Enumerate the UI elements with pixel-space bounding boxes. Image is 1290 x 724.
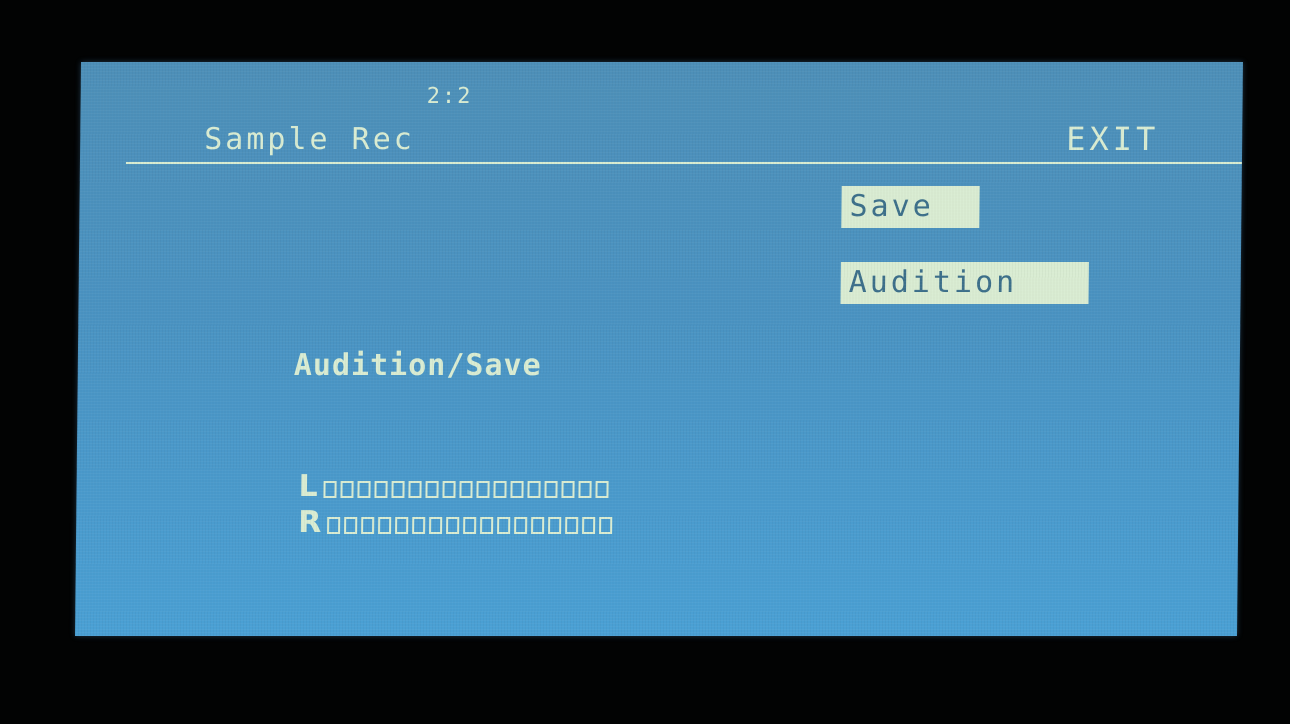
save-button[interactable]: Save: [841, 186, 980, 228]
meter-segment: [340, 481, 354, 498]
meter-segments: [323, 481, 609, 498]
meter-segment: [374, 481, 388, 498]
meter-segment: [442, 481, 456, 498]
meter-channel-label: R: [297, 505, 322, 540]
page-title: Sample Rec: [204, 122, 416, 157]
meter-segment: [429, 517, 443, 534]
meter-segment: [476, 481, 490, 498]
meter-segment: [378, 517, 392, 534]
status-heading: Audition/Save: [293, 348, 542, 383]
meter-segment: [595, 481, 609, 498]
left-level-meter: L: [298, 469, 609, 504]
meter-segment: [480, 517, 494, 534]
device-bezel: 2:2 Sample Rec EXIT Save Audition Auditi…: [0, 0, 1290, 724]
meter-segment: [412, 517, 426, 534]
meter-segment: [357, 481, 371, 498]
meter-segment: [561, 481, 575, 498]
meter-segment: [493, 481, 507, 498]
right-level-meter: R: [297, 505, 613, 540]
meter-segment: [582, 517, 596, 534]
meter-segment: [408, 481, 422, 498]
meter-segment: [361, 517, 375, 534]
exit-button[interactable]: EXIT: [1066, 120, 1159, 158]
meter-segment: [510, 481, 524, 498]
meter-channel-label: L: [298, 469, 318, 504]
meter-segment: [391, 481, 405, 498]
meter-segment: [463, 517, 477, 534]
meter-segment: [531, 517, 545, 534]
meter-segment: [544, 481, 558, 498]
header-divider: [125, 162, 1242, 164]
meter-segment: [565, 517, 579, 534]
meter-segment: [446, 517, 460, 534]
meter-segment: [497, 517, 511, 534]
meter-segment: [548, 517, 562, 534]
meter-segment: [344, 517, 358, 534]
meter-segment: [459, 481, 473, 498]
meter-segments: [327, 517, 613, 534]
meter-segment: [514, 517, 528, 534]
lcd-screen: 2:2 Sample Rec EXIT Save Audition Auditi…: [74, 62, 1244, 636]
meter-segment: [425, 481, 439, 498]
page-counter: 2:2: [426, 84, 473, 109]
meter-segment: [578, 481, 592, 498]
audition-button[interactable]: Audition: [840, 262, 1089, 304]
meter-segment: [323, 481, 337, 498]
meter-segment: [395, 517, 409, 534]
meter-segment: [327, 517, 341, 534]
meter-segment: [527, 481, 541, 498]
meter-segment: [599, 517, 613, 534]
